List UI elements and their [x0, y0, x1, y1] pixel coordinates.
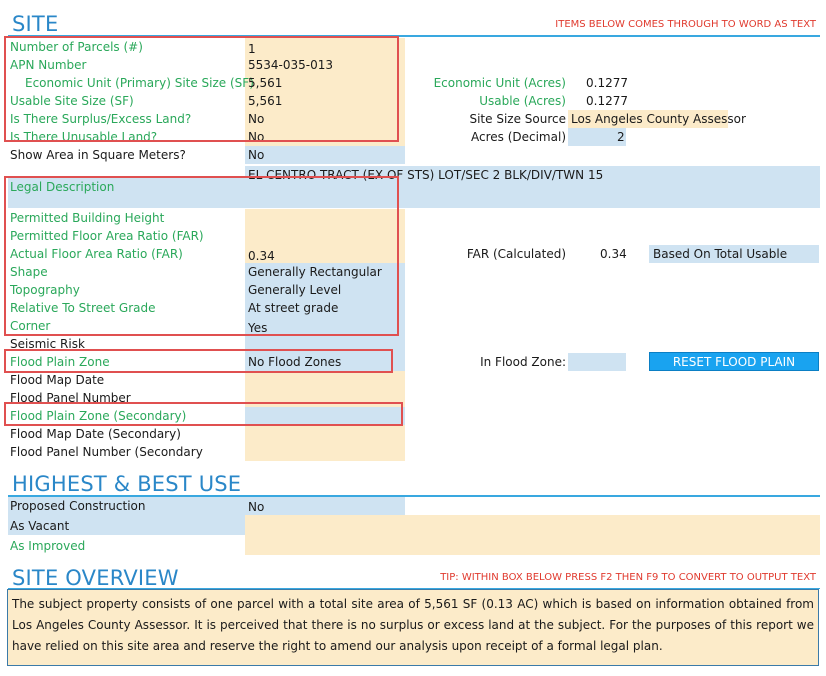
value-cell-sqm[interactable] — [245, 146, 405, 164]
value-cell-flood-map-date-secondary[interactable] — [245, 425, 405, 443]
label-flood-map-date-secondary: Flood Map Date (Secondary) — [10, 427, 181, 441]
label-as-vacant: As Vacant — [10, 519, 70, 533]
value-acres-decimal: 2 — [617, 130, 625, 144]
site-word-note: ITEMS BELOW COMES THROUGH TO WORD AS TEX… — [555, 19, 816, 30]
value-economic-unit-acres: 0.1277 — [586, 76, 628, 90]
reset-flood-plain-button[interactable]: RESET FLOOD PLAIN — [649, 352, 819, 371]
label-flood-panel-number-secondary: Flood Panel Number (Secondary — [10, 445, 203, 459]
value-usable-acres: 0.1277 — [586, 94, 628, 108]
highlight-box-legal-group — [4, 176, 399, 336]
label-proposed-construction: Proposed Construction — [10, 499, 146, 513]
value-cell-flood-map-date[interactable] — [245, 371, 405, 389]
overview-section-title: SITE OVERVIEW — [12, 566, 179, 590]
label-far-calculated: FAR (Calculated) — [466, 247, 566, 261]
highlight-box-parcel-group — [4, 36, 399, 142]
label-flood-map-date: Flood Map Date — [10, 373, 105, 387]
label-economic-unit-acres: Economic Unit (Acres) — [433, 76, 566, 90]
overview-tip: TIP: WITHIN BOX BELOW PRESS F2 THEN F9 T… — [440, 572, 816, 583]
hbu-section-title: HIGHEST & BEST USE — [12, 472, 242, 496]
site-overview-textbox[interactable]: The subject property consists of one par… — [7, 589, 819, 666]
value-far-calculated: 0.34 — [600, 247, 627, 261]
label-site-size-source: Site Size Source — [469, 112, 566, 126]
label-show-square-meters: Show Area in Square Meters? — [10, 148, 186, 162]
label-as-improved: As Improved — [10, 539, 86, 553]
value-proposed-construction: No — [248, 500, 265, 514]
site-section-title: SITE — [12, 12, 59, 36]
highlight-box-flood-zone — [4, 349, 393, 373]
highlight-box-flood-zone-secondary — [4, 402, 403, 426]
label-acres-decimal: Acres (Decimal) — [470, 130, 566, 144]
value-cell-proposed-construction[interactable] — [245, 497, 405, 515]
value-cell-flood-panel-secondary[interactable] — [245, 443, 405, 461]
label-usable-acres: Usable (Acres) — [479, 94, 566, 108]
value-cell-as-vacant[interactable] — [245, 515, 820, 555]
value-show-square-meters: No — [248, 148, 265, 162]
label-in-flood-zone: In Flood Zone: — [480, 355, 566, 369]
value-far-basis: Based On Total Usable — [653, 247, 788, 261]
value-site-size-source: Los Angeles County Assessor — [571, 112, 746, 126]
in-flood-zone-cell[interactable] — [568, 353, 626, 371]
